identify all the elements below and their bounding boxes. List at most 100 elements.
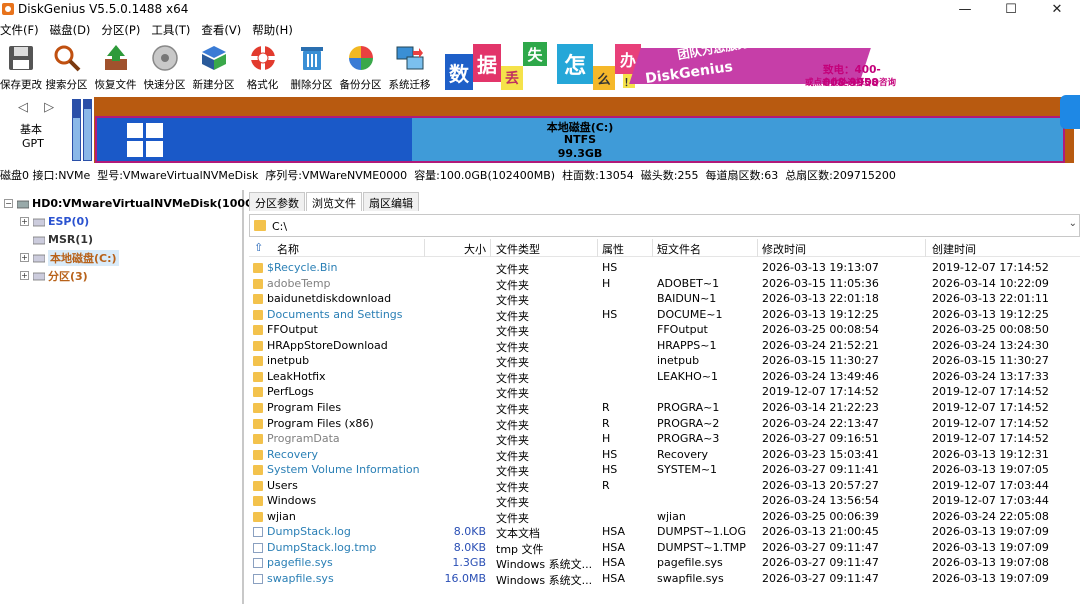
file-name: DumpStack.log.tmp [267, 540, 377, 554]
toolbar: 保存更改 搜索分区 恢复文件 快速分区 新建分区 格式化 删除分区 备份分区 系… [0, 40, 445, 92]
cloud-link-icon[interactable] [1060, 95, 1080, 129]
column-size[interactable]: 大小 [424, 241, 486, 257]
partition-esp-block[interactable] [72, 99, 81, 161]
banner-qq-link[interactable]: 或点击此处选择QQ咨询 [805, 76, 896, 88]
table-row[interactable]: HRAppStoreDownload 文件夹 HRAPPS~1 2026-03-24 … [249, 338, 1080, 354]
table-row[interactable]: ProgramData 文件夹 H PROGRA~3 2026-03-27 09:16:… [249, 431, 1080, 447]
tab-browse-files[interactable]: 浏览文件 [306, 192, 362, 211]
folder-icon [253, 371, 263, 382]
column-type[interactable]: 文件类型 [496, 241, 540, 257]
new-partition-button[interactable]: 新建分区 [189, 40, 238, 92]
search-partition-button[interactable]: 搜索分区 [42, 40, 91, 92]
file-attr: HSA [602, 556, 625, 570]
file-created: 2019-12-07 17:14:52 [932, 432, 1049, 446]
file-list-header: ⇧ 名称 大小 文件类型 属性 短文件名 修改时间 创建时间 [249, 239, 1080, 257]
quick-partition-icon [151, 45, 178, 71]
tree-spacer [20, 235, 29, 244]
table-row[interactable]: pagefile.sys 1.3GB Windows 系统文... HSA pagefi… [249, 555, 1080, 571]
file-created: 2019-12-07 17:14:52 [932, 385, 1049, 399]
tree-item-msr[interactable]: MSR(1) [20, 231, 93, 248]
table-row[interactable]: Program Files 文件夹 R PROGRA~1 2026-03-14 21:2… [249, 400, 1080, 416]
table-row[interactable]: DumpStack.log.tmp 8.0KB tmp 文件 HSA DUMPST~1.… [249, 540, 1080, 556]
file-attr: HSA [602, 525, 625, 539]
chevron-down-icon[interactable]: ⌄ [1069, 218, 1077, 229]
file-name: inetpub [267, 354, 310, 368]
menu-partition[interactable]: 分区(P) [101, 22, 147, 38]
recover-files-button[interactable]: 恢复文件 [91, 40, 140, 92]
table-row[interactable]: wjian 文件夹 wjian 2026-03-25 00:06:39 2026-03-… [249, 509, 1080, 525]
table-row[interactable]: $Recycle.Bin 文件夹 HS 2026-03-13 19:13:07 2019… [249, 260, 1080, 276]
column-created[interactable]: 创建时间 [932, 241, 976, 257]
collapse-icon[interactable]: − [4, 199, 13, 208]
menu-help[interactable]: 帮助(H) [252, 22, 300, 38]
table-row[interactable]: Windows 文件夹 2026-03-24 13:56:54 2019-12-07 … [249, 493, 1080, 509]
table-row[interactable]: PerfLogs 文件夹 2019-12-07 17:14:52 2019-12-07… [249, 384, 1080, 400]
minimize-button[interactable]: — [942, 0, 988, 18]
table-row[interactable]: LeakHotfix 文件夹 LEAKHO~1 2026-03-24 13:49:46… [249, 369, 1080, 385]
partition-icon [33, 236, 45, 244]
tree-item-disk0[interactable]: − HD0:VMwareVirtualNVMeDisk(100G [4, 195, 254, 212]
file-created: 2026-03-14 10:22:09 [932, 276, 1049, 290]
backup-partition-button[interactable]: 备份分区 [336, 40, 385, 92]
file-name: PerfLogs [267, 385, 314, 399]
tab-partition-params[interactable]: 分区参数 [249, 192, 305, 211]
ad-banner[interactable]: 数 据 丢 失 怎 么 办 ！ 团队为您服务 DiskGenius 致电：400… [445, 40, 905, 92]
file-short-name: wjian [657, 509, 686, 523]
folder-icon [253, 325, 263, 336]
table-row[interactable]: swapfile.sys 16.0MB Windows 系统文... HSA swapf… [249, 571, 1080, 587]
tree-item-local-disk-c[interactable]: + 本地磁盘(C:) [20, 249, 119, 266]
quick-partition-button[interactable]: 快速分区 [140, 40, 189, 92]
file-name: FFOutput [267, 323, 318, 337]
table-row[interactable]: Documents and Settings 文件夹 HS DOCUME~1 2026-… [249, 307, 1080, 323]
path-bar[interactable]: C:\ ⌄ [249, 214, 1080, 237]
table-row[interactable]: adobeTemp 文件夹 H ADOBET~1 2026-03-15 11:05:36… [249, 276, 1080, 292]
table-row[interactable]: FFOutput 文件夹 FFOutput 2026-03-25 00:08:54 20… [249, 322, 1080, 338]
maximize-button[interactable]: ☐ [988, 0, 1034, 18]
file-short-name: PROGRA~3 [657, 432, 720, 446]
recover-files-icon [104, 45, 127, 70]
table-row[interactable]: System Volume Information 文件夹 HS SYSTEM~1 20… [249, 462, 1080, 478]
expand-icon[interactable]: + [20, 217, 29, 226]
system-migrate-button[interactable]: 系统迁移 [385, 40, 434, 92]
menu-disk[interactable]: 磁盘(D) [50, 22, 98, 38]
window-title: DiskGenius V5.5.0.1488 x64 [18, 2, 189, 16]
delete-partition-button[interactable]: 删除分区 [287, 40, 336, 92]
table-row[interactable]: Recovery 文件夹 HS Recovery 2026-03-23 15:03:41… [249, 447, 1080, 463]
up-directory-icon[interactable]: ⇧ [254, 241, 263, 254]
menu-tools[interactable]: 工具(T) [151, 22, 197, 38]
file-modified: 2026-03-25 00:06:39 [762, 509, 879, 523]
table-row[interactable]: inetpub 文件夹 inetpub 2026-03-15 11:30:27 2026… [249, 353, 1080, 369]
banner-tile: 失 [523, 42, 547, 66]
partition-msr-block[interactable] [83, 99, 92, 161]
table-row[interactable]: DumpStack.log 8.0KB 文本文档 HSA DUMPST~1.LOG 202… [249, 524, 1080, 540]
disk-style-label: GPT [22, 137, 44, 150]
tree-item-esp[interactable]: + ESP(0) [20, 213, 89, 230]
close-button[interactable]: ✕ [1034, 0, 1080, 18]
file-created: 2026-03-13 19:07:09 [932, 525, 1049, 539]
file-short-name: DOCUME~1 [657, 307, 723, 321]
tree-item-partition3[interactable]: + 分区(3) [20, 267, 88, 284]
folder-icon [253, 263, 263, 273]
table-row[interactable]: Program Files (x86) 文件夹 R PROGRA~2 2026-03-2… [249, 416, 1080, 432]
tab-sector-edit[interactable]: 扇区编辑 [363, 192, 419, 211]
disk-nav-arrows-icon[interactable]: ◁ ▷ [18, 100, 60, 115]
info-cylinders: 柱面数:13054 [562, 169, 634, 182]
file-size: 8.0KB [453, 540, 486, 554]
file-short-name: DUMPST~1.LOG [657, 525, 746, 539]
column-short-name[interactable]: 短文件名 [657, 241, 701, 257]
format-button[interactable]: 格式化 [238, 40, 287, 92]
expand-icon[interactable]: + [20, 271, 29, 280]
table-row[interactable]: baidunetdiskdownload 文件夹 BAIDUN~1 2026-03-1… [249, 291, 1080, 307]
menu-file[interactable]: 文件(F) [0, 22, 46, 38]
file-modified: 2026-03-27 09:11:41 [762, 463, 879, 477]
file-modified: 2026-03-24 13:49:46 [762, 369, 879, 383]
table-row[interactable]: Users 文件夹 R 2026-03-13 20:57:27 2019-12-07 1… [249, 478, 1080, 494]
disk-info-bar: 磁盘0 接口:NVMe 型号:VMwareVirtualNVMeDisk 序列号:V… [0, 167, 1080, 185]
column-name[interactable]: 名称 [277, 241, 299, 257]
expand-icon[interactable]: + [20, 253, 29, 262]
column-attr[interactable]: 属性 [602, 241, 624, 257]
save-changes-button[interactable]: 保存更改 [0, 40, 42, 92]
column-modified[interactable]: 修改时间 [762, 241, 806, 257]
partition-c-block[interactable]: 本地磁盘(C:) NTFS 99.3GB [95, 116, 1065, 163]
menu-view[interactable]: 查看(V) [201, 22, 248, 38]
